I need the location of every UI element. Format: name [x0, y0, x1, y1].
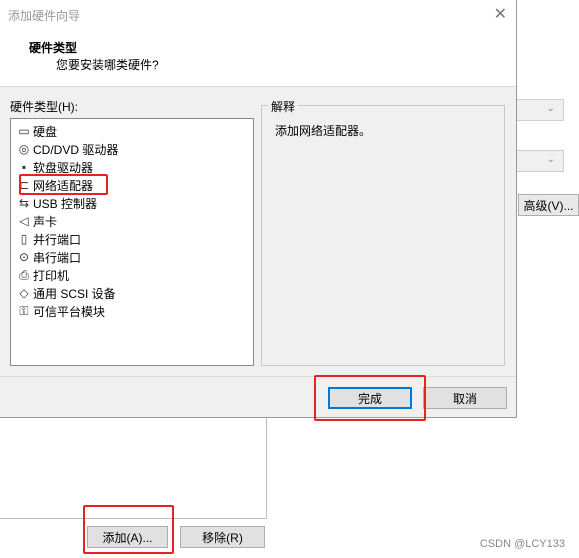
parallel-port-icon: ▯	[20, 232, 28, 246]
list-item-label: 串行端口	[33, 250, 82, 265]
advanced-button[interactable]: 高级(V)...	[518, 194, 579, 216]
list-item-label: CD/DVD 驱动器	[33, 142, 119, 157]
list-item-floppy[interactable]: ▪ 软盘驱动器	[17, 158, 93, 176]
header-title: 硬件类型	[29, 41, 78, 55]
list-item-parallel-port[interactable]: ▯ 并行端口	[17, 230, 81, 248]
background-panel	[0, 418, 267, 519]
list-item-label: 打印机	[33, 268, 70, 283]
hardware-type-label: 硬件类型(H):	[10, 100, 78, 114]
floppy-icon: ▪	[21, 160, 27, 174]
finish-button-label: 完成	[357, 391, 382, 406]
divider	[0, 376, 516, 377]
hardware-type-list[interactable]: ▭ 硬盘 ◎ CD/DVD 驱动器 ▪ 软盘驱动器 ⊏ 网络适配器 ⇆ USB 控制器 ◁…	[10, 118, 254, 366]
list-item-serial-port[interactable]: ⊙ 串行端口	[17, 248, 81, 266]
list-item-label: 可信平台模块	[33, 304, 106, 319]
explanation-legend: 解释	[268, 98, 299, 115]
cancel-button[interactable]: 取消	[423, 387, 507, 409]
hard-disk-icon: ▭	[18, 124, 30, 138]
list-item-sound[interactable]: ◁ 声卡	[17, 212, 57, 230]
usb-icon: ⇆	[18, 196, 30, 210]
explanation-group: 解释 添加网络适配器。	[261, 98, 505, 366]
printer-icon: ⎙	[19, 268, 29, 282]
list-item-cd-dvd[interactable]: ◎ CD/DVD 驱动器	[17, 140, 119, 158]
background-combo-2[interactable]: ⌄	[516, 150, 564, 172]
title-bar: 添加硬件向导 ✕	[0, 0, 516, 30]
list-item-label: 网络适配器	[33, 178, 94, 193]
network-adapter-icon: ⊏	[18, 178, 30, 192]
list-item-printer[interactable]: ⎙ 打印机	[17, 266, 69, 284]
chevron-down-icon: ⌄	[546, 103, 555, 114]
cancel-button-label: 取消	[452, 391, 477, 406]
watermark: CSDN @LCY133	[479, 538, 565, 550]
finish-button[interactable]: 完成	[328, 387, 412, 409]
list-item-label: 软盘驱动器	[33, 160, 94, 175]
close-icon[interactable]: ✕	[494, 4, 507, 24]
list-item-label: 通用 SCSI 设备	[33, 286, 116, 301]
list-item-network-adapter[interactable]: ⊏ 网络适配器	[17, 176, 93, 194]
advanced-button-label: 高级(V)...	[523, 198, 574, 213]
remove-button[interactable]: 移除(R)	[180, 526, 265, 548]
remove-button-label: 移除(R)	[202, 530, 243, 545]
list-item-label: 声卡	[33, 214, 58, 229]
list-item-label: 并行端口	[33, 232, 82, 247]
wizard-header: 硬件类型 您要安装哪类硬件?	[0, 30, 516, 87]
list-item-hard-disk[interactable]: ▭ 硬盘	[17, 122, 57, 140]
scsi-icon: ◇	[19, 286, 29, 300]
list-item-usb[interactable]: ⇆ USB 控制器	[17, 194, 97, 212]
dialog-title: 添加硬件向导	[8, 9, 81, 23]
explanation-text: 添加网络适配器。	[275, 124, 372, 138]
tpm-icon: ⚿	[19, 304, 29, 318]
serial-port-icon: ⊙	[18, 250, 30, 264]
add-button[interactable]: 添加(A)...	[87, 526, 168, 548]
add-hardware-dialog: 添加硬件向导 ✕ 硬件类型 您要安装哪类硬件? 硬件类型(H): ▭ 硬盘 ◎ CD…	[0, 0, 517, 418]
list-item-scsi[interactable]: ◇ 通用 SCSI 设备	[17, 284, 116, 302]
chevron-down-icon: ⌄	[546, 154, 555, 165]
add-button-label: 添加(A)...	[102, 530, 153, 545]
list-item-tpm[interactable]: ⚿ 可信平台模块	[17, 302, 105, 320]
speaker-icon: ◁	[19, 214, 29, 228]
background-combo-1[interactable]: ⌄	[516, 99, 564, 121]
list-item-label: 硬盘	[33, 124, 58, 139]
header-subtitle: 您要安装哪类硬件?	[56, 58, 159, 72]
cd-dvd-icon: ◎	[18, 142, 30, 156]
list-item-label: USB 控制器	[33, 196, 98, 211]
